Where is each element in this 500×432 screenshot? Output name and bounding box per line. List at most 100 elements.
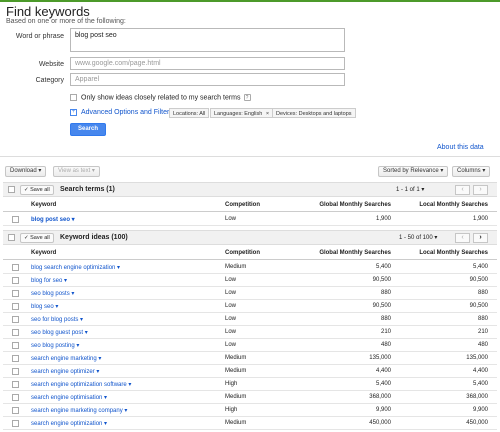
keyword-link[interactable]: seo blog posts ▾ — [31, 290, 74, 297]
table-row: search engine marketing company ▾ High 9,9… — [3, 405, 497, 417]
global-value: 880 — [380, 290, 391, 296]
next-page-button[interactable]: › — [473, 185, 488, 195]
row-checkbox[interactable] — [12, 329, 19, 336]
local-value: 90,500 — [469, 303, 488, 309]
remove-chip-icon[interactable]: × — [266, 111, 269, 117]
download-button[interactable]: Download ▾ — [5, 166, 47, 177]
col-competition[interactable]: Competition — [225, 250, 260, 256]
row-checkbox[interactable] — [12, 342, 19, 349]
save-all-button[interactable]: ✓ Save all — [20, 185, 54, 195]
table-row: seo blog guest post ▾ Low 210 210 — [3, 327, 497, 339]
advanced-options-link[interactable]: Advanced Options and Filters — [81, 109, 173, 116]
col-competition[interactable]: Competition — [225, 202, 260, 208]
global-value: 9,900 — [375, 407, 391, 413]
competition-value: Low — [225, 303, 237, 309]
table-row: blog for seo ▾ Low 90,500 90,500 — [3, 275, 497, 287]
languages-chip[interactable]: Languages: English × — [210, 108, 274, 118]
keyword-link[interactable]: search engine marketing company ▾ — [31, 407, 127, 414]
chevron-down-icon: ▾ — [482, 168, 486, 174]
table-row: blog post seo ▾ Low 1,900 1,900 — [3, 214, 497, 226]
prev-page-button[interactable]: ‹ — [455, 185, 470, 195]
keyword-link[interactable]: search engine optimisation ▾ — [31, 394, 107, 401]
col-global[interactable]: Global Monthly Searches — [303, 250, 391, 256]
local-value: 480 — [477, 342, 488, 348]
competition-value: Low — [225, 290, 237, 296]
collapse-icon[interactable] — [8, 234, 15, 241]
only-show-label: Only show ideas closely related to my se… — [81, 94, 241, 102]
keyword-link[interactable]: blog search engine optimization ▾ — [31, 264, 120, 271]
keyword-link[interactable]: seo blog posting ▾ — [31, 342, 79, 349]
top-accent-bar — [0, 0, 500, 2]
col-global[interactable]: Global Monthly Searches — [303, 202, 391, 208]
website-input[interactable]: www.google.com/page.html — [70, 57, 345, 70]
row-checkbox[interactable] — [12, 420, 19, 427]
table-row: seo blog posting ▾ Low 480 480 — [3, 340, 497, 352]
local-value: 5,400 — [472, 381, 488, 387]
local-value: 210 — [477, 329, 488, 335]
competition-value: Low — [225, 277, 237, 283]
col-local[interactable]: Local Monthly Searches — [398, 250, 488, 256]
devices-chip[interactable]: Devices: Desktops and laptops — [272, 108, 356, 118]
col-local[interactable]: Local Monthly Searches — [398, 202, 488, 208]
keyword-link[interactable]: seo blog guest post ▾ — [31, 329, 88, 336]
table-row: search engine optimization software ▾ Hig… — [3, 379, 497, 391]
keyword-link[interactable]: search engine optimization ▾ — [31, 420, 107, 427]
row-checkbox[interactable] — [12, 216, 19, 223]
only-show-checkbox[interactable] — [70, 94, 77, 101]
chevron-down-icon: ▾ — [38, 168, 42, 174]
row-checkbox[interactable] — [12, 303, 19, 310]
sort-button[interactable]: Sorted by Relevance ▾ — [378, 166, 449, 177]
keyword-link[interactable]: search engine marketing ▾ — [31, 355, 101, 362]
row-checkbox[interactable] — [12, 368, 19, 375]
collapse-icon[interactable] — [8, 186, 15, 193]
keyword-link[interactable]: search engine optimizer ▾ — [31, 368, 99, 375]
col-keyword[interactable]: Keyword — [31, 250, 56, 256]
local-value: 880 — [477, 316, 488, 322]
next-page-button[interactable]: › — [473, 233, 488, 243]
row-checkbox[interactable] — [12, 277, 19, 284]
competition-value: Medium — [225, 368, 247, 374]
divider — [0, 156, 500, 157]
search-terms-header: ✓ Save all Search terms (1) 1 - 1 of 1 ▾… — [3, 182, 497, 197]
row-checkbox[interactable] — [12, 264, 19, 271]
competition-value: Medium — [225, 394, 247, 400]
keyword-ideas-column-header: Keyword Competition Global Monthly Searc… — [3, 248, 497, 260]
table-row: search engine optimisation ▾ Medium 368,00… — [3, 392, 497, 404]
category-input[interactable]: Apparel — [70, 73, 345, 86]
save-all-button[interactable]: ✓ Save all — [20, 233, 54, 243]
global-value: 480 — [380, 342, 391, 348]
row-checkbox[interactable] — [12, 394, 19, 401]
row-checkbox[interactable] — [12, 355, 19, 362]
word-phrase-input[interactable]: blog post seo — [70, 28, 345, 52]
row-checkbox[interactable] — [12, 381, 19, 388]
local-value: 4,400 — [472, 368, 488, 374]
global-value: 210 — [380, 329, 391, 335]
page-title: Find keywords — [6, 4, 90, 19]
locations-chip[interactable]: Locations: All — [169, 108, 210, 118]
pager-text: 1 - 50 of 100 ▾ — [399, 235, 438, 241]
category-placeholder: Apparel — [75, 76, 100, 83]
search-button[interactable]: Search — [70, 123, 106, 136]
keyword-link[interactable]: blog post seo ▾ — [31, 216, 75, 223]
website-placeholder: www.google.com/page.html — [75, 60, 161, 67]
keyword-link[interactable]: blog for seo ▾ — [31, 277, 67, 284]
local-value: 9,900 — [472, 407, 488, 413]
row-checkbox[interactable] — [12, 316, 19, 323]
search-terms-column-header: Keyword Competition Global Monthly Searc… — [3, 200, 497, 212]
prev-page-button[interactable]: ‹ — [455, 233, 470, 243]
view-as-text-button[interactable]: View as text ▾ — [53, 166, 100, 177]
expand-plus-icon[interactable]: + — [70, 109, 77, 116]
keyword-link[interactable]: search engine optimization software ▾ — [31, 381, 131, 388]
col-keyword[interactable]: Keyword — [31, 202, 56, 208]
help-icon[interactable]: ? — [243, 94, 251, 101]
keyword-link[interactable]: seo for blog posts ▾ — [31, 316, 83, 323]
competition-value: High — [225, 381, 238, 387]
keyword-link[interactable]: blog seo ▾ — [31, 303, 58, 310]
local-value: 1,900 — [472, 216, 488, 222]
about-data-link[interactable]: About this data — [437, 144, 484, 151]
row-checkbox[interactable] — [12, 407, 19, 414]
table-row: seo for blog posts ▾ Low 880 880 — [3, 314, 497, 326]
columns-button[interactable]: Columns ▾ — [452, 166, 491, 177]
row-checkbox[interactable] — [12, 290, 19, 297]
global-value: 450,000 — [369, 420, 391, 426]
